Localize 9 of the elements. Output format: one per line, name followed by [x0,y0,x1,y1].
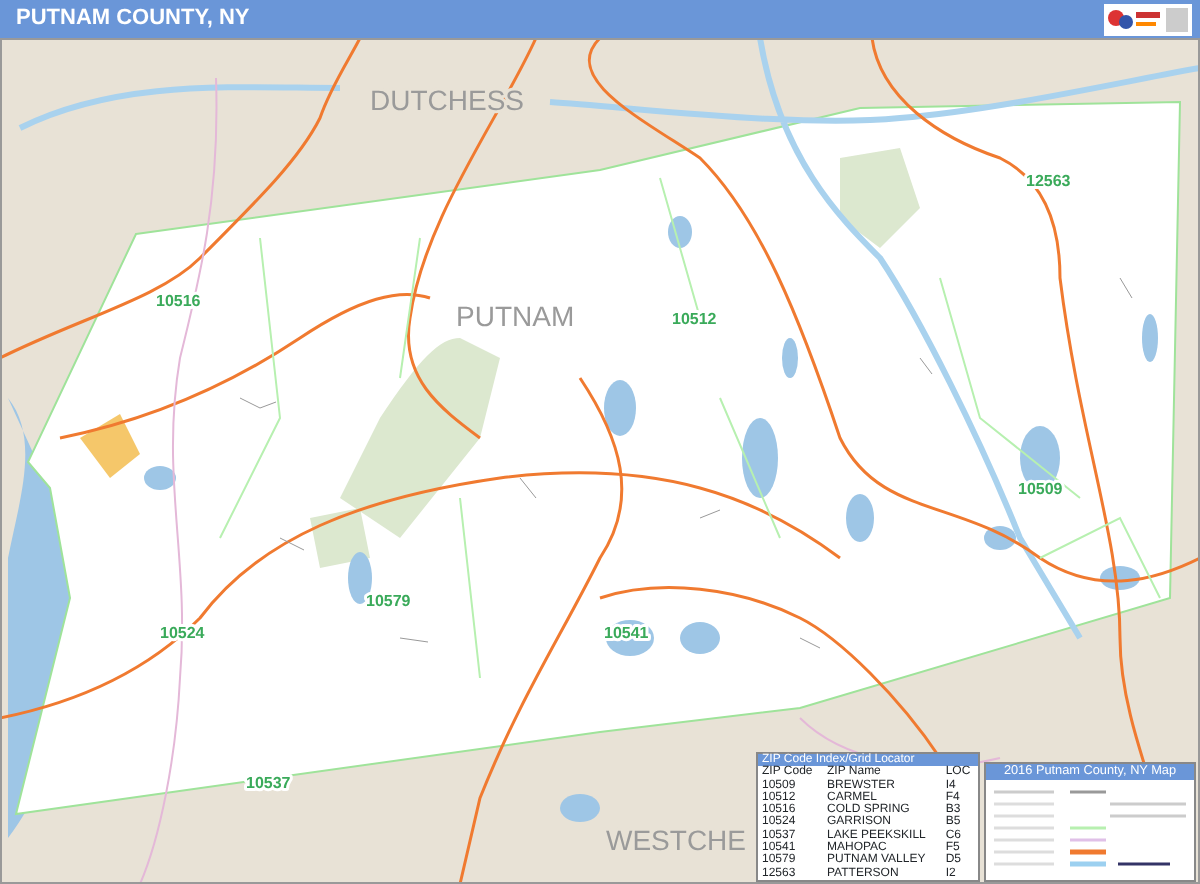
county-label: PUTNAM [456,300,575,332]
zip-code-label: 10537 [246,774,291,792]
zip-code-label: 10516 [156,292,201,310]
county-label: WESTCHE [606,824,746,856]
publisher-logo-icon [1104,3,1192,35]
zip-code-label: 10579 [366,592,411,610]
zip-code-label: 10509 [1018,480,1063,498]
map-title: PUTNAM COUNTY, NY [16,4,250,35]
zip-code-label: 10512 [672,310,717,328]
